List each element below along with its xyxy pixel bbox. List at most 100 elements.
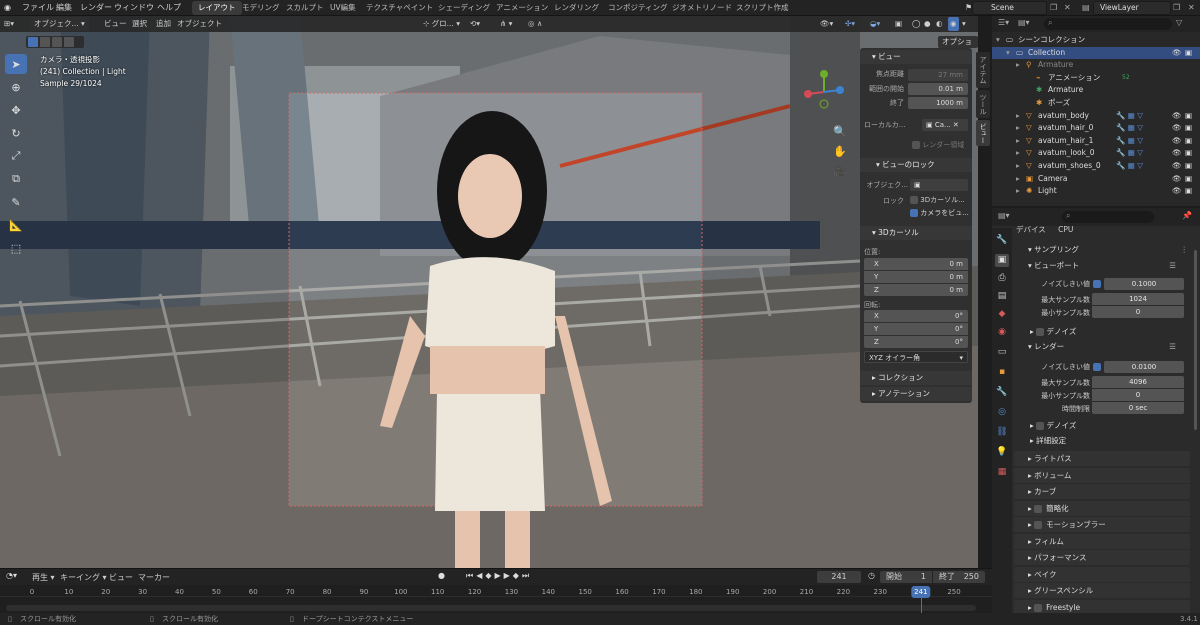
render-visibility-icon[interactable]: ▣ xyxy=(1185,135,1192,148)
cursor-tool-icon[interactable]: ⊕ xyxy=(5,77,27,97)
advanced-subsection[interactable]: ▸ 詳細設定 xyxy=(1014,433,1190,448)
lock-3dcursor-check[interactable] xyxy=(910,196,918,204)
playhead[interactable]: 241 xyxy=(911,586,931,598)
modifier-icon[interactable]: 🔧 ▦ ▽ xyxy=(1116,135,1143,148)
expand-chevron-icon[interactable]: ▸ xyxy=(1016,160,1020,173)
outliner-row[interactable]: ▸ ▽ avatum_hair_0 🔧 ▦ ▽ 👁 ▣ xyxy=(992,122,1200,135)
properties-editor-icon[interactable]: ▤▾ xyxy=(998,211,1010,220)
section-header[interactable]: ▸ フィルム xyxy=(1014,533,1190,549)
render-visibility-icon[interactable]: ▣ xyxy=(1185,110,1192,123)
data-tab-icon[interactable]: 💡 xyxy=(995,446,1009,459)
select-extend-icon[interactable] xyxy=(40,37,50,47)
xray-icon[interactable]: ▣ xyxy=(895,17,902,31)
scale-tool-icon[interactable]: ⤢ xyxy=(5,146,27,166)
expand-chevron-icon[interactable]: ▸ xyxy=(1016,122,1020,135)
menu-window[interactable]: ウィンドウ xyxy=(114,0,154,16)
rotate-tool-icon[interactable]: ↻ xyxy=(5,123,27,143)
expand-chevron-icon[interactable]: ▾ xyxy=(1006,47,1010,60)
select-new-icon[interactable] xyxy=(28,37,38,47)
eye-icon[interactable]: 👁 xyxy=(1172,173,1182,186)
vp-noise-threshold-checkbox[interactable] xyxy=(1093,280,1101,288)
menu-edit[interactable]: 編集 xyxy=(56,0,72,16)
properties-scrollbar[interactable] xyxy=(1194,250,1197,430)
navigation-gizmo[interactable] xyxy=(800,68,848,116)
add-cube-tool-icon[interactable]: ⬚ xyxy=(5,238,27,258)
tab-layout[interactable]: レイアウト xyxy=(192,1,242,15)
tab-tool[interactable]: ツール xyxy=(976,90,990,118)
display-mode-icon[interactable]: ▤▾ xyxy=(1018,18,1030,27)
vp-denoise-checkbox[interactable] xyxy=(1036,328,1045,336)
eye-icon[interactable]: 👁 xyxy=(1172,147,1182,160)
menu-render[interactable]: レンダー xyxy=(80,0,112,16)
menu-help[interactable]: ヘルプ xyxy=(157,0,181,16)
render-region-check[interactable] xyxy=(912,141,920,149)
rotation-z-field[interactable]: Z 0° xyxy=(864,336,968,348)
location-z-field[interactable]: Z 0 m xyxy=(864,284,968,296)
keying-menu[interactable]: キーイング ▾ xyxy=(60,572,107,583)
tab-sculpt[interactable]: スカルプト xyxy=(280,1,330,15)
outliner-row[interactable]: ▸ ▽ avatum_hair_1 🔧 ▦ ▽ 👁 ▣ xyxy=(992,135,1200,148)
output-tab-icon[interactable]: ⎙ xyxy=(995,272,1009,285)
gizmo-icon[interactable]: ✣▾ xyxy=(845,17,855,31)
vp-denoise-subsection[interactable]: ▸ デノイズ xyxy=(1014,324,1190,339)
render-presets-icon[interactable]: ☰ xyxy=(1169,339,1176,354)
section-header[interactable]: ▸ ベイク xyxy=(1014,566,1190,582)
annotation-section-header[interactable]: ▸ アノテーション xyxy=(860,387,972,401)
transform-tool-icon[interactable]: ⧉ xyxy=(5,169,27,189)
rotation-mode-dropdown[interactable]: XYZ オイラー角 ▾ xyxy=(864,351,968,363)
modifier-icon[interactable]: 🔧 ▦ ▽ xyxy=(1116,160,1143,173)
view-lock-section-header[interactable]: ▾ ビューのロック xyxy=(860,158,972,172)
vp-min-samples-field[interactable]: 0 xyxy=(1092,306,1184,318)
r-denoise-subsection[interactable]: ▸ デノイズ xyxy=(1014,418,1190,433)
pivot-icon[interactable]: ⟲▾ xyxy=(470,17,480,31)
viewport-presets-icon[interactable]: ☰ xyxy=(1169,258,1176,273)
render-tab-icon[interactable]: ▣ xyxy=(995,254,1009,267)
3d-viewport[interactable]: ⊞▾ オブジェク... ▾ ビュー 選択 追加 オブジェクト ⊹ グロ... ▾… xyxy=(0,16,978,568)
sampling-section-header[interactable]: ▾ サンプリング ⋮ xyxy=(1014,242,1190,257)
select-invert-icon[interactable] xyxy=(64,37,74,47)
outliner-row[interactable]: ▸ ▽ avatum_shoes_0 🔧 ▦ ▽ 👁 ▣ xyxy=(992,160,1200,173)
delete-view-layer-icon[interactable]: ✕ xyxy=(1188,0,1195,16)
tab-view[interactable]: ビュー xyxy=(976,120,990,146)
pan-hand-icon[interactable]: ✋ xyxy=(832,142,848,162)
proportional-edit-icon[interactable]: ◎ ∧ xyxy=(528,17,542,31)
collection-section-header[interactable]: ▸ コレクション xyxy=(860,371,972,385)
object-tab-icon[interactable]: ▪ xyxy=(995,366,1009,379)
editor-type-icon[interactable]: ⊞▾ xyxy=(4,17,14,31)
scene-selector[interactable]: Scene xyxy=(972,1,1047,15)
shading-solid-icon[interactable]: ● xyxy=(924,17,931,31)
section-header[interactable]: ▸ モーションブラー xyxy=(1014,517,1190,532)
tab-animation[interactable]: アニメーション xyxy=(490,1,554,15)
eye-icon[interactable]: 👁 xyxy=(1172,185,1182,198)
r-noise-threshold-field[interactable]: 0.0100 xyxy=(1104,361,1184,373)
section-header[interactable]: ▸ 簡略化 xyxy=(1014,500,1190,516)
lock-camera-checkbox[interactable]: カメラをビュ... xyxy=(910,208,969,218)
tab-rendering[interactable]: レンダリング xyxy=(548,1,605,15)
render-visibility-icon[interactable]: ▣ xyxy=(1185,122,1192,135)
expand-chevron-icon[interactable]: ▸ xyxy=(1016,185,1020,198)
eye-icon[interactable]: 👁 xyxy=(1172,160,1182,173)
tab-uv-editing[interactable]: UV編集 xyxy=(324,1,362,15)
outliner-row[interactable]: ▸ ▽ avatum_look_0 🔧 ▦ ▽ 👁 ▣ xyxy=(992,147,1200,160)
frame-start-field[interactable]: 開始 1 xyxy=(880,571,932,583)
shading-wireframe-icon[interactable]: ◯ xyxy=(912,17,920,31)
render-region-checkbox[interactable]: レンダー領域 xyxy=(912,140,964,150)
timeline-view-menu[interactable]: ビュー xyxy=(109,572,133,583)
outliner-row[interactable]: ✱ Armature xyxy=(992,84,1200,97)
measure-tool-icon[interactable]: 📐 xyxy=(5,215,27,235)
timeline-scrollbar[interactable] xyxy=(6,605,976,611)
section-header[interactable]: ▸ カーブ xyxy=(1014,484,1190,499)
properties-search[interactable]: ⌕ xyxy=(1062,211,1154,223)
location-y-field[interactable]: Y 0 m xyxy=(864,271,968,283)
render-visibility-icon[interactable]: ▣ xyxy=(1185,47,1192,60)
annotate-tool-icon[interactable]: ✎ xyxy=(5,192,27,212)
filter-icon[interactable]: ▽ xyxy=(1176,18,1182,27)
outliner-row[interactable]: ▸ ✺ Light 👁 ▣ xyxy=(992,185,1200,198)
visibility-icon[interactable]: 👁▾ xyxy=(820,17,833,31)
outliner-row[interactable]: ⌁ アニメーション 52 xyxy=(992,72,1200,85)
tool-tab-icon[interactable]: 🔧 xyxy=(995,234,1009,247)
menu-view[interactable]: ビュー xyxy=(104,17,127,31)
overlay-icon[interactable]: ◒▾ xyxy=(870,17,880,31)
local-camera-field[interactable]: ▣ Ca... ✕ xyxy=(922,119,968,131)
r-max-samples-field[interactable]: 4096 xyxy=(1092,376,1184,388)
